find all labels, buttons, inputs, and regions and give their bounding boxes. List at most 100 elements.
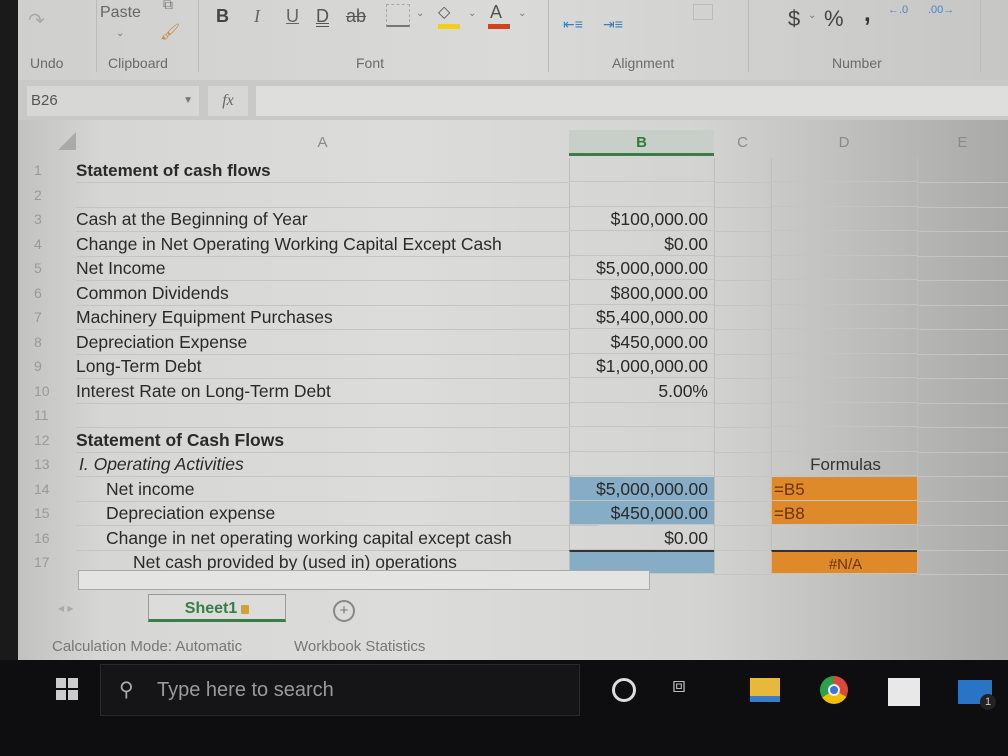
copy-icon[interactable]: ⧉ xyxy=(163,0,173,13)
cell-c[interactable] xyxy=(714,158,772,183)
strikethrough-button[interactable]: ab xyxy=(346,6,366,27)
cell-b[interactable]: $100,000.00 xyxy=(569,207,714,231)
cell-e[interactable] xyxy=(917,354,1008,379)
paste-dropdown-icon[interactable]: ⌄ xyxy=(116,28,124,39)
double-underline-button[interactable]: D xyxy=(316,6,329,27)
cell-e[interactable] xyxy=(917,378,1008,404)
insert-function-button[interactable]: fx xyxy=(208,86,248,116)
formula-input[interactable] xyxy=(256,86,1008,116)
format-painter-icon[interactable]: 🖌 xyxy=(160,22,180,42)
cell-a[interactable]: I. Operating Activities xyxy=(76,452,572,477)
cell-d[interactable] xyxy=(771,256,917,280)
row-number[interactable]: 1 xyxy=(34,158,74,182)
row-number[interactable]: 12 xyxy=(34,428,74,452)
increase-indent-icon[interactable]: ⇥≡ xyxy=(603,16,623,33)
cell-a[interactable]: Long-Term Debt xyxy=(76,354,569,379)
cell-d[interactable] xyxy=(771,158,917,182)
cell-e[interactable] xyxy=(917,476,1008,502)
cell-d[interactable] xyxy=(771,403,917,427)
cell-e[interactable] xyxy=(917,525,1008,551)
chevron-down-icon[interactable]: ▼ xyxy=(183,86,193,116)
cell-b[interactable]: $5,000,000.00 xyxy=(569,476,714,501)
increase-decimal-button[interactable]: ←.0 xyxy=(888,4,908,16)
fill-dropdown-icon[interactable]: ⌄ xyxy=(468,8,476,19)
decrease-decimal-button[interactable]: .00→ xyxy=(928,4,954,16)
cell-a[interactable]: Cash at the Beginning of Year xyxy=(76,207,569,232)
cell-b[interactable] xyxy=(569,452,714,476)
row-number[interactable]: 16 xyxy=(34,526,74,550)
row-number[interactable]: 4 xyxy=(34,232,74,256)
fill-color-icon[interactable]: ◇ xyxy=(438,2,450,22)
cell-e[interactable] xyxy=(917,280,1008,306)
percent-button[interactable]: % xyxy=(824,6,844,32)
borders-icon[interactable] xyxy=(386,4,410,27)
cell-a[interactable] xyxy=(76,403,569,428)
cell-c[interactable] xyxy=(714,476,772,502)
row-number[interactable]: 8 xyxy=(34,330,74,354)
cell-a[interactable]: Depreciation expense xyxy=(76,501,599,526)
borders-dropdown-icon[interactable]: ⌄ xyxy=(416,8,424,19)
redo-icon[interactable]: ↷ xyxy=(28,8,45,33)
cell-c[interactable] xyxy=(714,452,772,477)
cell-b[interactable] xyxy=(569,182,714,207)
cell-b[interactable]: $1,000,000.00 xyxy=(569,354,714,378)
cell-d[interactable] xyxy=(771,305,917,329)
font-color-icon[interactable]: A xyxy=(490,2,502,23)
cell-c[interactable] xyxy=(714,501,772,526)
horizontal-scrollbar[interactable] xyxy=(78,570,650,590)
taskbar-search-box[interactable]: ⚲ Type here to search xyxy=(100,664,580,716)
cell-c[interactable] xyxy=(714,378,772,404)
cell-a[interactable]: Change in Net Operating Working Capital … xyxy=(76,232,569,257)
cell-e[interactable] xyxy=(917,329,1008,355)
cell-d[interactable] xyxy=(771,525,917,550)
row-number[interactable]: 9 xyxy=(34,354,74,378)
cell-c[interactable] xyxy=(714,354,772,379)
chrome-icon[interactable] xyxy=(820,676,848,704)
cell-d[interactable] xyxy=(771,427,917,452)
currency-dropdown-icon[interactable]: ⌄ xyxy=(808,10,816,21)
workbook-statistics[interactable]: Workbook Statistics xyxy=(294,638,425,655)
row-number[interactable]: 2 xyxy=(34,183,74,207)
column-header-b[interactable]: B xyxy=(569,130,714,156)
cell-b[interactable]: $5,000,000.00 xyxy=(569,256,714,280)
cell-e[interactable] xyxy=(917,158,1008,183)
cell-c[interactable] xyxy=(714,550,772,575)
cell-a[interactable]: Statement of Cash Flows xyxy=(76,428,569,453)
cell-d[interactable]: =B5 xyxy=(771,476,917,501)
select-all-button[interactable] xyxy=(58,132,76,150)
row-number[interactable]: 7 xyxy=(34,305,74,329)
comma-style-button[interactable]: , xyxy=(864,0,871,28)
cell-a[interactable]: Common Dividends xyxy=(76,281,569,306)
add-sheet-button[interactable]: + xyxy=(333,600,355,622)
cell-b[interactable]: 5.00% xyxy=(569,378,714,403)
store-icon[interactable] xyxy=(888,678,920,706)
cell-e[interactable] xyxy=(917,256,1008,281)
cell-a[interactable]: Net Income xyxy=(76,256,569,281)
row-number[interactable]: 3 xyxy=(34,207,74,231)
column-header-d[interactable]: D xyxy=(771,130,917,156)
cell-e[interactable] xyxy=(917,182,1008,208)
cell-b[interactable] xyxy=(569,158,714,182)
windows-start-icon[interactable] xyxy=(56,678,78,700)
cell-a[interactable]: Machinery Equipment Purchases xyxy=(76,305,569,330)
cell-a[interactable]: Depreciation Expense xyxy=(76,330,569,355)
bold-button[interactable]: B xyxy=(216,6,229,27)
cell-b[interactable]: $0.00 xyxy=(569,231,714,256)
name-box[interactable]: B26 ▼ xyxy=(27,86,199,116)
cell-c[interactable] xyxy=(714,525,772,551)
cell-d[interactable] xyxy=(771,280,917,305)
cell-c[interactable] xyxy=(714,427,772,453)
cell-c[interactable] xyxy=(714,256,772,281)
sheet-tab-sheet1[interactable]: Sheet1 xyxy=(148,594,286,622)
cell-b[interactable]: $5,400,000.00 xyxy=(569,305,714,329)
cell-d[interactable] xyxy=(771,378,917,403)
column-header-a[interactable]: A xyxy=(76,130,569,156)
cell-d[interactable]: =B8 xyxy=(771,501,917,525)
cell-e[interactable] xyxy=(917,305,1008,330)
cell-d[interactable] xyxy=(771,354,917,378)
sheet-scroll-left-icon[interactable]: ◂ ▸ xyxy=(58,601,73,615)
row-number[interactable]: 13 xyxy=(34,452,74,476)
cell-c[interactable] xyxy=(714,403,772,428)
cell-e[interactable] xyxy=(917,403,1008,428)
cell-d[interactable] xyxy=(771,182,917,207)
